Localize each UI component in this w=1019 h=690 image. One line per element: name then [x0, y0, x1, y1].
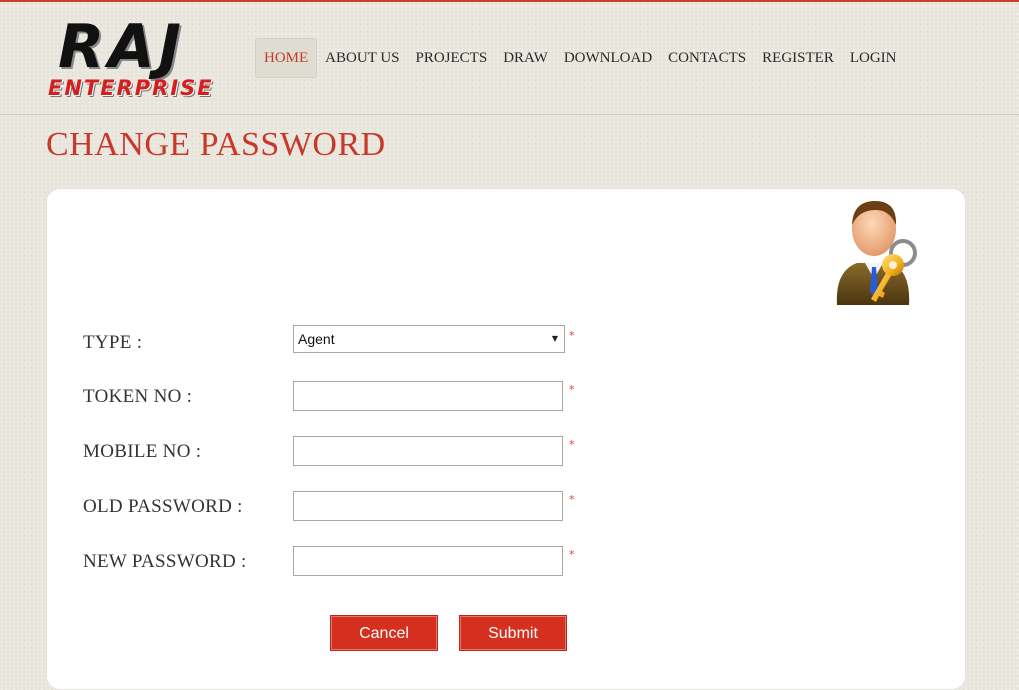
old-password-label: OLD PASSWORD :: [83, 496, 243, 517]
nav-item-contacts[interactable]: CONTACTS: [660, 39, 754, 77]
nav-item-projects[interactable]: PROJECTS: [408, 39, 496, 77]
old-password-row: OLD PASSWORD : *: [83, 491, 623, 523]
main-nav: HOME ABOUT US PROJECTS DRAW DOWNLOAD CON…: [255, 38, 904, 78]
type-row: TYPE : Agent ▼ *: [83, 325, 623, 359]
type-label: TYPE :: [83, 332, 143, 353]
nav-item-register[interactable]: REGISTER: [754, 39, 842, 77]
required-marker: *: [569, 493, 575, 506]
required-marker: *: [569, 383, 575, 396]
mobile-no-row: MOBILE NO : *: [83, 436, 623, 468]
change-password-panel: TYPE : Agent ▼ * TOKEN NO : * MOBILE NO …: [46, 188, 966, 690]
new-password-label: NEW PASSWORD :: [83, 551, 247, 572]
required-marker: *: [569, 329, 575, 342]
chevron-down-icon: ▼: [551, 334, 558, 343]
token-no-label: TOKEN NO :: [83, 386, 193, 407]
nav-item-about-us[interactable]: ABOUT US: [317, 39, 407, 77]
user-key-icon: [831, 195, 923, 307]
submit-button[interactable]: Submit: [459, 615, 567, 651]
token-no-row: TOKEN NO : *: [83, 381, 623, 413]
new-password-input[interactable]: [293, 546, 563, 576]
logo-tagline: ENTERPRISE: [48, 76, 214, 100]
required-marker: *: [569, 548, 575, 561]
nav-item-download[interactable]: DOWNLOAD: [556, 39, 660, 77]
logo[interactable]: RAJ ENTERPRISE: [44, 12, 250, 106]
page-title: CHANGE PASSWORD: [46, 126, 386, 163]
nav-item-home[interactable]: HOME: [255, 38, 318, 78]
new-password-row: NEW PASSWORD : *: [83, 546, 623, 578]
token-no-input[interactable]: [293, 381, 563, 411]
type-select[interactable]: Agent ▼: [293, 325, 565, 353]
mobile-no-label: MOBILE NO :: [83, 441, 202, 462]
site-header: RAJ ENTERPRISE HOME ABOUT US PROJECTS DR…: [0, 2, 1019, 115]
nav-item-login[interactable]: LOGIN: [842, 39, 905, 77]
cancel-button[interactable]: Cancel: [330, 615, 438, 651]
logo-name: RAJ: [58, 12, 185, 82]
type-select-value: Agent: [298, 331, 335, 347]
old-password-input[interactable]: [293, 491, 563, 521]
mobile-no-input[interactable]: [293, 436, 563, 466]
required-marker: *: [569, 438, 575, 451]
nav-item-draw[interactable]: DRAW: [495, 39, 556, 77]
